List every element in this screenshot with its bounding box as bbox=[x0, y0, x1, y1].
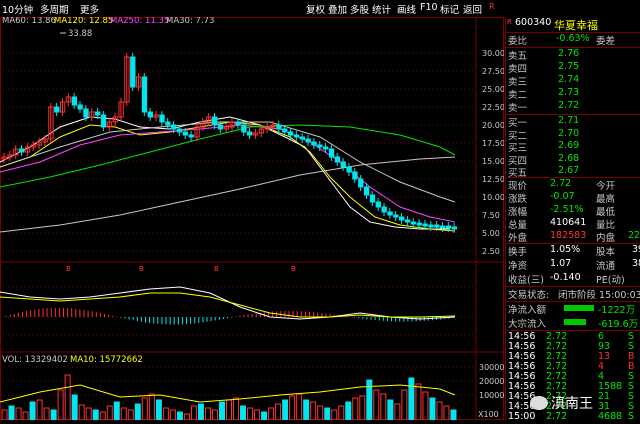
ma60-label: MA60: 13.86 bbox=[2, 17, 56, 26]
flow-bar bbox=[564, 319, 586, 325]
stat-row: 收益(三) -0.140 PE(动) bbox=[508, 272, 625, 286]
price-axis-label: 20.00 bbox=[482, 121, 504, 130]
toolbar: 10分钟 多周期 更多 复权 叠加 多股 统计 画线 F10 标记 返回 R bbox=[0, 0, 640, 16]
buy-marker: B bbox=[139, 265, 144, 273]
flow-bar bbox=[564, 305, 594, 311]
toolbar-back[interactable]: 返回 bbox=[463, 2, 482, 16]
stat-row: 现价 2.72 今开 bbox=[508, 178, 616, 192]
stat-row: 涨幅 -2.51% 最低 bbox=[508, 204, 616, 218]
vol-ma-line bbox=[0, 384, 456, 403]
period-selector[interactable]: 10分钟 bbox=[2, 2, 33, 16]
toolbar-mark[interactable]: 标记 bbox=[440, 2, 459, 16]
kline-chart[interactable]: MA60: 13.86 MA120: 12.85 MA250: 11.35 MA… bbox=[0, 17, 504, 420]
stat-row: 换手1.05%股本39 bbox=[508, 244, 640, 258]
webi-row: 委比 -0.63% 委差 bbox=[508, 33, 616, 47]
price-axis-label: 15.00 bbox=[482, 157, 504, 166]
vol-axis-label: 30000 bbox=[479, 363, 504, 372]
multi-period-button[interactable]: 多周期 bbox=[40, 2, 69, 16]
toolbar-f10[interactable]: F10 bbox=[420, 2, 438, 13]
buy-marker: B bbox=[66, 265, 71, 273]
x100-label: X100 bbox=[478, 410, 499, 419]
stock-header: R 600340 华夏幸福 bbox=[506, 17, 640, 32]
price-axis-label: 5.00 bbox=[482, 229, 500, 238]
rights-icon: R bbox=[489, 2, 495, 11]
macd-dif-line bbox=[0, 286, 456, 320]
buy-marker: B bbox=[214, 265, 219, 273]
stock-name: 华夏幸福 bbox=[554, 19, 598, 32]
price-axis-label: 12.50 bbox=[482, 175, 504, 184]
vol-ma10-label: MA10: 15772662 bbox=[70, 355, 143, 365]
trade-status-row: 交易状态: 闭市阶段 15:00:03 bbox=[508, 290, 640, 301]
vol-axis-label: 20000 bbox=[479, 377, 504, 386]
ask-row: 卖三 2.74 bbox=[508, 74, 580, 88]
toolbar-draw[interactable]: 画线 bbox=[397, 2, 416, 16]
high-price-label: 33.88 bbox=[68, 29, 92, 39]
price-axis-label: 10.00 bbox=[482, 193, 504, 202]
price-axis-label: 25.00 bbox=[482, 85, 504, 94]
price-axis-label: 2.50 bbox=[482, 247, 500, 256]
ask-row: 卖五 2.76 bbox=[508, 48, 580, 62]
macd-dea-line bbox=[0, 292, 456, 318]
price-axis-label: 27.50 bbox=[482, 67, 504, 76]
volume-bars bbox=[1, 374, 457, 420]
stat-row: 涨跌 -0.07 最高 bbox=[508, 191, 616, 205]
vol-label: VOL: 13329402 bbox=[2, 355, 68, 365]
ma30-label: MA30: 7.73 bbox=[166, 17, 214, 26]
ma250-label: MA250: 11.35 bbox=[110, 17, 169, 26]
stock-code: 600340 bbox=[515, 17, 552, 28]
toolbar-overlay[interactable]: 叠加 bbox=[328, 2, 347, 16]
rights-icon: R bbox=[507, 18, 512, 26]
more-button[interactable]: 更多 bbox=[80, 2, 99, 16]
bid-row: 买一 2.71 bbox=[508, 115, 580, 129]
toolbar-multi-stock[interactable]: 多股 bbox=[350, 2, 369, 16]
ask-row: 卖二 2.73 bbox=[508, 87, 580, 101]
bid-row: 买三 2.69 bbox=[508, 140, 580, 154]
stat-row: 总量 410641 量比 bbox=[508, 217, 616, 231]
price-axis-label: 7.50 bbox=[482, 211, 500, 220]
wechat-icon bbox=[530, 396, 548, 410]
vol-axis-label: 10000 bbox=[479, 391, 504, 400]
ma-line-green bbox=[0, 124, 456, 188]
watermark: 滇南王 bbox=[530, 393, 593, 413]
buy-marker: B bbox=[291, 265, 296, 273]
toolbar-fuquan[interactable]: 复权 bbox=[306, 2, 325, 16]
ma120-label: MA120: 12.85 bbox=[54, 17, 113, 26]
ask-row: 卖一 2.72 bbox=[508, 100, 580, 114]
bid-row: 买二 2.70 bbox=[508, 127, 580, 142]
price-axis-label: 22.50 bbox=[482, 103, 504, 112]
price-axis-label: 17.50 bbox=[482, 139, 504, 148]
stat-row: 净资1.07流通38 bbox=[508, 258, 640, 272]
toolbar-stats[interactable]: 统计 bbox=[372, 2, 391, 16]
bid-row: 买四 2.68 bbox=[508, 152, 580, 167]
quote-panel: R 600340 华夏幸福 委比 -0.63% 委差 卖五 2.76 卖四 2.75 卖… bbox=[505, 17, 640, 422]
stat-row: 外盘182583内盘228 bbox=[508, 230, 640, 244]
price-axis-label: 30.00 bbox=[482, 49, 504, 58]
webi-value: -0.63% bbox=[556, 33, 590, 44]
ask-row: 卖四 2.75 bbox=[508, 61, 580, 75]
